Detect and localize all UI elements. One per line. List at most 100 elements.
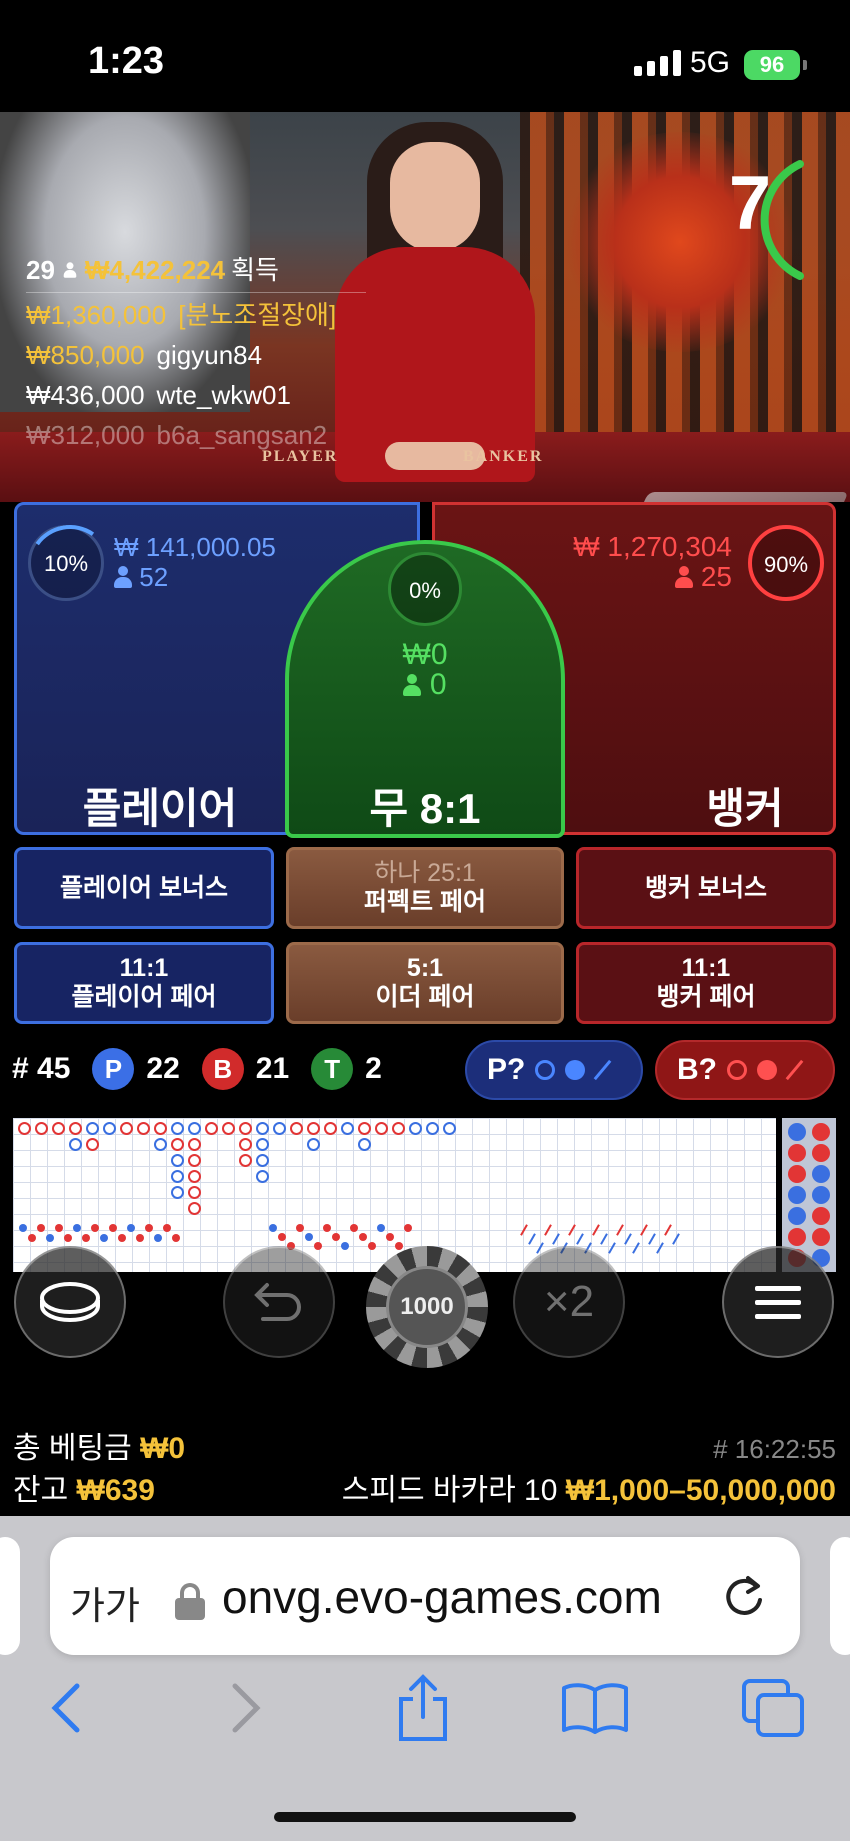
small-road-marker [386,1233,394,1241]
small-road-marker [127,1224,135,1232]
signal-icon [634,50,681,76]
status-bar: 1:23 5G 96 [0,0,850,112]
total-bet-label: 총 베팅금 [13,1432,132,1465]
reload-button[interactable] [722,1574,766,1630]
banker-badge: B [201,1048,244,1090]
banker-label: 뱅커 [706,785,784,832]
chip-tray-button[interactable] [14,1246,126,1358]
small-road-marker [37,1224,45,1232]
winner-amount: ₩436,000 [26,380,145,410]
road-marker [69,1138,82,1151]
player-bonus-button[interactable]: 플레이어 보너스 [14,847,274,929]
share-button[interactable] [388,1673,458,1743]
cockroach-road-marker [544,1224,552,1236]
slash-icon [785,1059,804,1081]
player-label: 플레이어 [82,785,238,832]
winners-total: ₩4,422,224 [84,255,226,285]
text-size-button[interactable]: 가가 [70,1575,140,1630]
prediction-label: B? [677,1053,717,1086]
player-prediction-button[interactable]: P? [465,1040,643,1100]
selected-chip[interactable]: 1000 [366,1246,488,1368]
bookmarks-button[interactable] [560,1673,630,1743]
small-road-marker [350,1224,358,1232]
side-bet-label: 뱅커 보너스 [645,873,767,902]
tabs-button[interactable] [738,1673,808,1743]
small-road-marker [55,1224,63,1232]
bead-marker [52,1122,65,1135]
next-tab[interactable] [830,1537,850,1655]
tie-count: 0 [429,668,447,701]
winners-count: 29 [26,255,55,285]
previous-tab[interactable] [0,1537,20,1655]
tie-stats: ₩0 0 [360,640,490,700]
road-marker [188,1138,201,1151]
bead-marker [392,1122,405,1135]
player-pair-button[interactable]: 11:1 플레이어 페어 [14,942,274,1024]
perfect-pair-button[interactable]: 하나 25:1 퍼펙트 페어 [286,847,564,929]
winners-list: 29 ₩4,422,224 획득 ₩1,360,000 [분노조절장애] ₩85… [26,250,366,455]
banker-prediction-button[interactable]: B? [655,1040,835,1100]
back-button[interactable] [30,1673,100,1743]
winner-row: ₩436,000 wte_wkw01 [26,375,366,415]
hollow-circle-icon [535,1060,556,1080]
side-bet-label: 이더 페어 [375,983,475,1011]
divider [26,292,366,293]
solid-circle-icon [757,1060,777,1080]
small-road-marker [269,1224,277,1232]
side-bet-label: 플레이어 페어 [71,983,217,1011]
road-marker [86,1138,99,1151]
banker-bonus-button[interactable]: 뱅커 보너스 [576,847,836,929]
bead-marker [188,1122,201,1135]
side-bead-marker [812,1207,830,1225]
round-id: # 16:22:55 [713,1434,836,1464]
bead-marker [120,1122,133,1135]
cockroach-road-marker [528,1233,536,1245]
side-bet-odds: 11:1 [681,954,731,982]
bead-marker [69,1122,82,1135]
winner-amount: ₩850,000 [26,340,145,370]
bead-marker [103,1122,116,1135]
bead-marker [256,1122,269,1135]
undo-button[interactable] [223,1246,335,1358]
menu-button[interactable] [722,1246,834,1358]
balance-label: 잔고 [13,1474,69,1507]
forward-button[interactable] [212,1673,282,1743]
road-marker [154,1138,167,1151]
small-road-marker [91,1224,99,1232]
bet-balance-info: 총 베팅금 ₩0 잔고 ₩639 [13,1428,185,1512]
side-bead-marker [812,1144,830,1162]
scoreboard-roadmap[interactable] [13,1118,776,1272]
bead-marker [35,1122,48,1135]
winner-row: ₩1,360,000 [분노조절장애] [26,295,366,335]
url-text[interactable]: onvg.evo-games.com [222,1570,662,1624]
bead-marker [137,1122,150,1135]
small-road-marker [109,1224,117,1232]
tie-label: 무 8:1 [369,785,481,832]
network-type: 5G [690,46,731,79]
bead-marker [358,1122,371,1135]
cockroach-road-marker [632,1242,640,1254]
player-stats: ₩ 141,000.05 52 [114,532,276,592]
bet-limits: ₩1,000–50,000,000 [565,1474,836,1507]
banker-pair-button[interactable]: 11:1 뱅커 페어 [576,942,836,1024]
bead-marker [375,1122,388,1135]
double-label: ×2 [543,1277,595,1326]
undo-icon [254,1283,301,1321]
cockroach-road-marker [648,1233,656,1245]
small-road-marker [154,1234,162,1242]
countdown-timer: 7 [700,150,810,280]
double-button[interactable]: ×2 [513,1246,625,1358]
road-marker [256,1138,269,1151]
either-pair-button[interactable]: 5:1 이더 페어 [286,942,564,1024]
bead-marker [443,1122,456,1135]
small-road-marker [359,1233,367,1241]
cockroach-road-marker [624,1233,632,1245]
small-road-marker [163,1224,171,1232]
small-road-marker [100,1234,108,1242]
side-bead-marker [788,1207,806,1225]
player-wins: 22 [146,1052,180,1085]
side-bet-odds: 11:1 [119,954,169,982]
winners-total-label: 획득 [231,255,279,285]
road-marker [171,1138,184,1151]
status-time: 1:23 [88,40,165,82]
